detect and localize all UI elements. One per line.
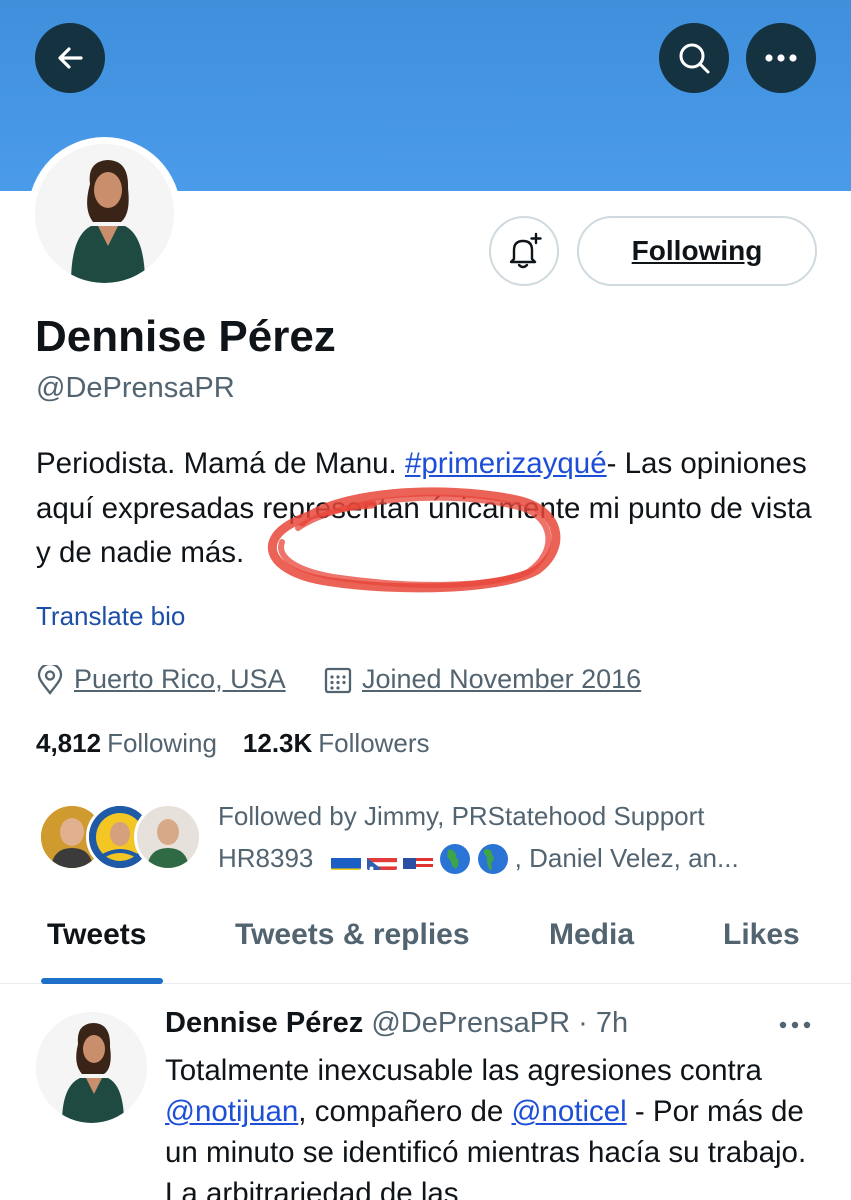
- following-label[interactable]: Following: [107, 728, 217, 759]
- tab-tweets-and-replies[interactable]: Tweets & replies: [235, 918, 470, 952]
- avatar: [134, 803, 202, 871]
- active-tab-indicator: [41, 978, 163, 984]
- profile-tabs: Tweets Tweets & replies Media Likes: [0, 900, 851, 984]
- tweet-more-button[interactable]: [778, 1015, 812, 1040]
- translate-bio-link[interactable]: Translate bio: [36, 601, 185, 632]
- profile-handle: @DePrensaPR: [36, 372, 235, 404]
- followers-count[interactable]: 12.3K: [243, 728, 312, 759]
- calendar-icon: [324, 667, 352, 693]
- tweet-author-name[interactable]: Dennise Pérez: [165, 1007, 363, 1039]
- tab-likes[interactable]: Likes: [723, 918, 800, 952]
- more-horizontal-icon: [765, 54, 797, 62]
- joined-text[interactable]: Joined November 2016: [362, 664, 641, 695]
- search-icon: [679, 43, 710, 74]
- followed-by-text[interactable]: Followed by Jimmy, PRStatehood Support H…: [218, 795, 828, 879]
- ukraine-flag-icon: [330, 849, 361, 870]
- profile-name: Dennise Pérez: [35, 312, 336, 361]
- followed-by-avatars[interactable]: [38, 803, 202, 873]
- back-button[interactable]: [35, 23, 105, 93]
- mention-notijuan[interactable]: @notijuan: [165, 1095, 298, 1128]
- usa-flag-icon: [402, 849, 433, 870]
- profile-bio: Periodista. Mamá de Manu. #primerizayqué…: [36, 442, 826, 576]
- tweet-text-part: Totalmente inexcusable las agresiones co…: [165, 1054, 762, 1087]
- following-count[interactable]: 4,812: [36, 728, 101, 759]
- followed-by-line-1: Followed by Jimmy, PRStatehood Support: [218, 801, 705, 831]
- profile-avatar[interactable]: [28, 137, 181, 290]
- following-button[interactable]: Following: [577, 216, 817, 286]
- follow-counts: 4,812 Following 12.3K Followers: [36, 728, 430, 759]
- more-horizontal-icon: [779, 1021, 811, 1029]
- globe-americas-icon: [477, 843, 509, 875]
- tweet-text: Totalmente inexcusable las agresiones co…: [165, 1050, 825, 1200]
- tab-tweets[interactable]: Tweets: [47, 918, 146, 952]
- tweet-time[interactable]: 7h: [596, 1007, 628, 1039]
- profile-location: Puerto Rico, USA: [36, 664, 286, 695]
- puerto-rico-flag-icon: [366, 849, 397, 870]
- profile-joined: Joined November 2016: [324, 664, 641, 695]
- tweet-author-handle[interactable]: @DePrensaPR: [371, 1007, 570, 1039]
- avatar: [35, 144, 174, 283]
- tweet-separator: ·: [578, 1007, 588, 1039]
- tweet-author-avatar[interactable]: [36, 1012, 147, 1123]
- mention-noticel[interactable]: @noticel: [511, 1095, 626, 1128]
- followed-by-prefix: HR8393: [218, 843, 314, 873]
- location-pin-icon: [37, 664, 63, 695]
- followed-by-suffix: , Daniel Velez, an...: [514, 843, 739, 873]
- bio-text: Periodista. Mamá de Manu.: [36, 447, 405, 480]
- globe-africa-icon: [439, 843, 471, 875]
- more-options-button[interactable]: [746, 23, 816, 93]
- bell-plus-icon: [509, 232, 542, 269]
- notifications-button[interactable]: [489, 216, 559, 286]
- arrow-left-icon: [58, 47, 83, 69]
- followers-label[interactable]: Followers: [318, 728, 429, 759]
- search-button[interactable]: [659, 23, 729, 93]
- tab-media[interactable]: Media: [549, 918, 634, 952]
- tweet-text-part: , compañero de: [298, 1095, 512, 1128]
- tweet-header: Dennise Pérez @DePrensaPR · 7h: [165, 1007, 628, 1040]
- bio-hashtag[interactable]: #primerizayqué: [405, 447, 607, 480]
- location-text[interactable]: Puerto Rico, USA: [74, 664, 286, 695]
